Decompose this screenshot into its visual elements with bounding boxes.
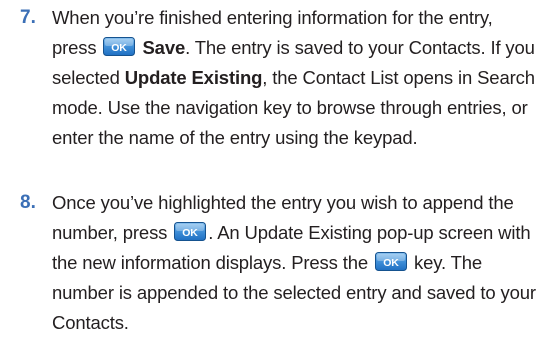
- ok-key-label: OK: [112, 42, 128, 54]
- step-text: Once you’ve highlighted the entry you wi…: [52, 188, 537, 338]
- ok-key-label: OK: [183, 227, 199, 239]
- ok-key-icon: OK: [174, 222, 207, 242]
- bold-term-save: Save: [142, 37, 186, 58]
- ok-key-label: OK: [383, 257, 399, 269]
- ok-key-icon: OK: [103, 37, 136, 57]
- bold-term-update-existing: Update Existing: [124, 67, 263, 88]
- step-number: 7.: [20, 7, 36, 28]
- ok-key-icon: OK: [375, 252, 407, 272]
- step-text: When you’re finished entering informatio…: [52, 3, 537, 153]
- step-number: 8.: [20, 192, 36, 213]
